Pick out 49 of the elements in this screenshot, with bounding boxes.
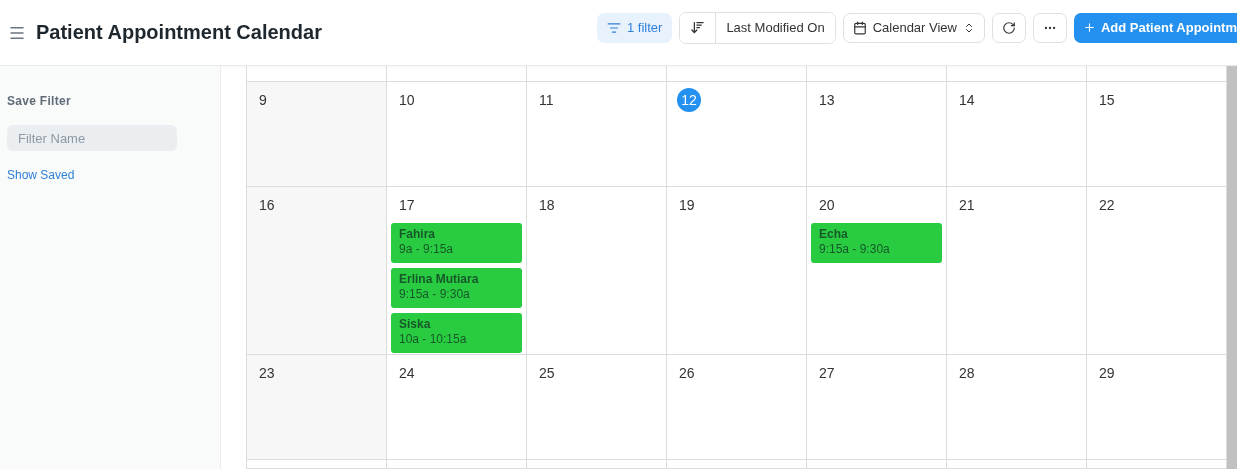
day-number: 25 bbox=[538, 364, 556, 383]
appointment-event[interactable]: Siska 10a - 10:15a bbox=[391, 313, 522, 353]
filter-button[interactable]: 1 filter bbox=[597, 12, 673, 43]
patient-name: Fahira bbox=[399, 227, 436, 241]
day-number: 20 bbox=[818, 196, 836, 215]
day-number: 17 bbox=[398, 196, 416, 215]
add-button[interactable]: Add Patient Appointm bbox=[1074, 12, 1237, 43]
day-number: 13 bbox=[818, 91, 836, 110]
day-number: 27 bbox=[818, 364, 836, 383]
day-number: 16 bbox=[258, 196, 276, 215]
refresh-button[interactable] bbox=[992, 12, 1026, 43]
patient-name: Siska bbox=[399, 317, 432, 331]
show-saved-link[interactable]: Show Saved bbox=[7, 168, 75, 182]
sort-button[interactable]: Last Modified On bbox=[715, 12, 835, 43]
day-number: 11 bbox=[538, 91, 555, 110]
day-number: 21 bbox=[958, 196, 976, 215]
appointment-time: 9:15a - 9:30a bbox=[399, 287, 471, 301]
sort-icon bbox=[690, 20, 706, 35]
sidebar-heading: Save Filter bbox=[7, 94, 71, 108]
day-number: 28 bbox=[958, 364, 976, 383]
day-number: 26 bbox=[678, 364, 696, 383]
appointment-time: 10a - 10:15a bbox=[399, 332, 468, 346]
calendar-icon bbox=[852, 20, 867, 35]
day-number: 18 bbox=[538, 196, 556, 215]
refresh-icon bbox=[1002, 20, 1016, 35]
patient-name: Echa bbox=[819, 227, 849, 241]
filter-name-field[interactable]: Filter Name bbox=[7, 125, 177, 151]
day-number: 9 bbox=[258, 91, 268, 110]
filter-icon bbox=[607, 20, 621, 35]
appointment-time: 9a - 9:15a bbox=[399, 242, 455, 256]
patient-name: Erlina Mutiara bbox=[399, 272, 480, 286]
appointment-event[interactable]: Fahira 9a - 9:15a bbox=[391, 223, 522, 263]
day-number: 15 bbox=[1098, 91, 1116, 110]
day-number: 23 bbox=[258, 364, 276, 383]
scrollbar[interactable] bbox=[1227, 66, 1237, 469]
appointment-event[interactable]: Echa 9:15a - 9:30a bbox=[811, 223, 942, 263]
page-title: Patient Appointment Calendar bbox=[36, 21, 322, 44]
day-number: 22 bbox=[1098, 196, 1116, 215]
day-number: 29 bbox=[1098, 364, 1116, 383]
appointment-time: 9:15a - 9:30a bbox=[819, 242, 891, 256]
up-down-chevron-icon bbox=[963, 21, 975, 34]
appointment-event[interactable]: Erlina Mutiara 9:15a - 9:30a bbox=[391, 268, 522, 308]
day-number: 19 bbox=[678, 196, 696, 215]
day-number: 14 bbox=[958, 91, 976, 110]
view-select[interactable]: Calendar View bbox=[842, 12, 985, 43]
day-number: 12 bbox=[677, 88, 701, 112]
plus-icon bbox=[1083, 21, 1096, 34]
day-number: 10 bbox=[398, 91, 416, 110]
day-number: 24 bbox=[398, 364, 416, 383]
